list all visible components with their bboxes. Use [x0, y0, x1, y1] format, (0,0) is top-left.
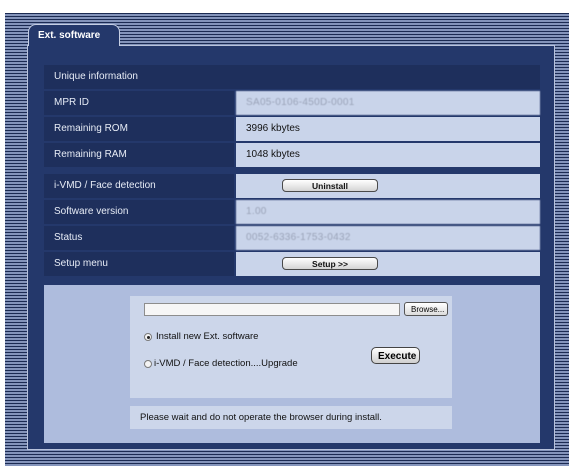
- software-name-label: i-VMD / Face detection: [44, 174, 234, 198]
- install-warning-message: Please wait and do not operate the brows…: [130, 406, 452, 429]
- table-row: MPR ID SA05-0106-450D-0001: [44, 91, 540, 115]
- remaining-rom-value: 3996 kbytes: [236, 117, 540, 141]
- table-row: Setup menu Setup >>: [44, 252, 540, 276]
- upgrade-radio[interactable]: [144, 360, 152, 368]
- software-name-cell: Uninstall: [236, 174, 540, 198]
- remaining-rom-label: Remaining ROM: [44, 117, 234, 141]
- table-row: Status 0052-6336-1753-0432: [44, 226, 540, 250]
- setup-menu-label: Setup menu: [44, 252, 234, 276]
- setup-button[interactable]: Setup >>: [282, 257, 378, 270]
- status-label: Status: [44, 226, 234, 250]
- table-row: Software version 1.00: [44, 200, 540, 224]
- setup-menu-cell: Setup >>: [236, 252, 540, 276]
- table-row: Remaining ROM 3996 kbytes: [44, 117, 540, 141]
- table-row: Remaining RAM 1048 kbytes: [44, 143, 540, 167]
- unique-info-header: Unique information: [44, 65, 540, 89]
- remaining-ram-value: 1048 kbytes: [236, 143, 540, 167]
- status-value: 0052-6336-1753-0432: [236, 226, 540, 250]
- tab-ext-software[interactable]: Ext. software: [28, 24, 120, 46]
- table-row: i-VMD / Face detection Uninstall: [44, 174, 540, 198]
- tab-label: Ext. software: [38, 30, 101, 41]
- installer-box: Browse... Install new Ext. software i-VM…: [130, 296, 452, 398]
- uninstall-button[interactable]: Uninstall: [282, 179, 378, 192]
- install-new-radio[interactable]: [144, 333, 152, 341]
- upgrade-label[interactable]: i-VMD / Face detection....Upgrade: [154, 358, 298, 369]
- browse-button[interactable]: Browse...: [404, 302, 448, 316]
- unique-info-title: Unique information: [54, 71, 138, 82]
- remaining-ram-label: Remaining RAM: [44, 143, 234, 167]
- mpr-id-value: SA05-0106-450D-0001: [236, 91, 540, 115]
- mpr-id-label: MPR ID: [44, 91, 234, 115]
- software-version-value: 1.00: [236, 200, 540, 224]
- software-version-label: Software version: [44, 200, 234, 224]
- execute-button[interactable]: Execute: [371, 347, 420, 364]
- install-new-label[interactable]: Install new Ext. software: [156, 331, 258, 342]
- file-path-input[interactable]: [144, 303, 400, 316]
- installer-area: Browse... Install new Ext. software i-VM…: [44, 285, 540, 443]
